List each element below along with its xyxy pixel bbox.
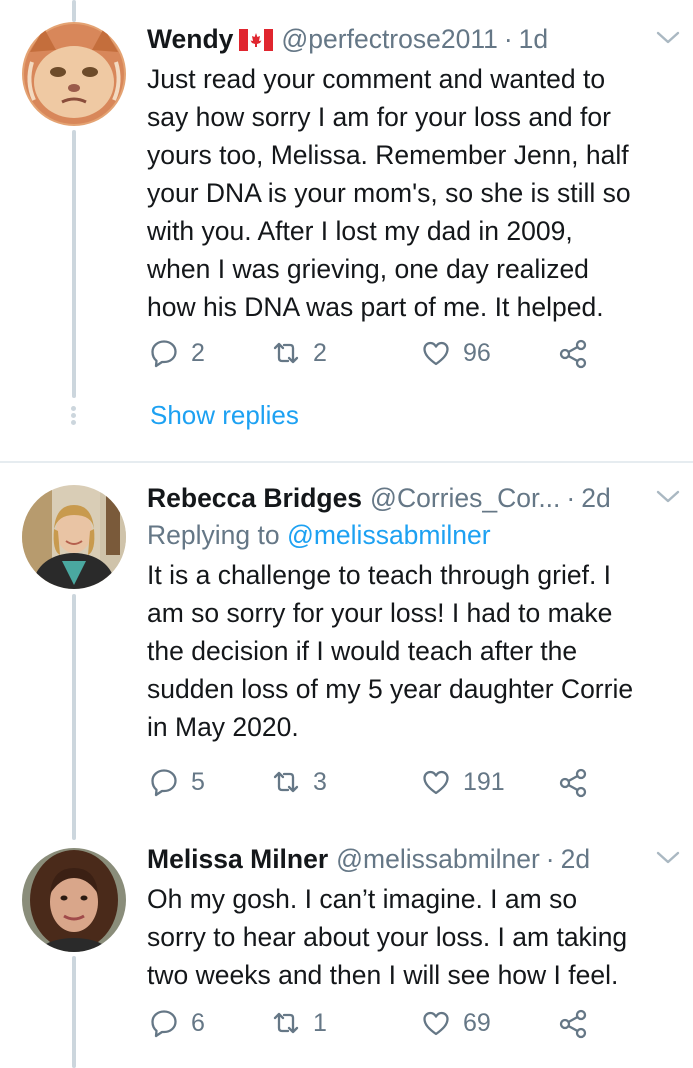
tweet-text: It is a challenge to teach through grief… <box>147 556 673 746</box>
avatar[interactable] <box>22 485 126 589</box>
retweet-icon <box>273 342 299 364</box>
action-bar: 6 1 69 <box>147 1008 607 1048</box>
share-icon <box>559 1009 587 1039</box>
reply-icon <box>151 340 177 368</box>
tweet-text-line: sorry to hear about your loss. I am taki… <box>147 922 628 952</box>
tweet-header: Melissa Milner @melissabmilner · 2d <box>147 842 673 876</box>
separator-dot: · <box>566 483 576 513</box>
tweet-header: Rebecca Bridges @Corries_Cor... · 2d <box>147 481 673 515</box>
reply-button[interactable]: 6 <box>149 1008 205 1038</box>
timestamp[interactable]: 2d <box>561 842 590 876</box>
chevron-down-icon[interactable] <box>655 30 681 46</box>
show-replies-link[interactable]: Show replies <box>150 400 299 431</box>
tweet[interactable]: Melissa Milner @melissabmilner · 2d Oh m… <box>0 826 693 1068</box>
share-icon <box>559 339 587 369</box>
tweet[interactable]: Wendy @perfectrose2011 · 1d Just read yo… <box>0 0 693 461</box>
retweet-count: 2 <box>313 338 327 367</box>
tweet-text-line: Just read your comment and wanted to <box>147 64 606 94</box>
user-handle[interactable]: @melissabmilner <box>336 842 540 876</box>
tweet-text: Oh my gosh. I can’t imagine. I am so sor… <box>147 880 673 994</box>
display-name[interactable]: Rebecca Bridges <box>147 481 362 515</box>
reply-button[interactable]: 2 <box>149 338 205 368</box>
tweet-text-line: the decision if I would teach after the <box>147 636 578 666</box>
separator-dot: · <box>545 844 555 874</box>
tweet-text-line: in May 2020. <box>147 712 299 742</box>
like-button[interactable]: 191 <box>421 767 505 797</box>
timestamp[interactable]: 2d <box>581 481 610 515</box>
retweet-count: 1 <box>313 1008 327 1037</box>
canada-flag-icon <box>239 25 274 51</box>
like-count: 69 <box>463 1008 491 1037</box>
reply-icon <box>151 769 177 797</box>
like-icon <box>423 770 449 795</box>
mention-link[interactable]: @melissabmilner <box>287 520 491 550</box>
like-count: 191 <box>463 767 505 796</box>
retweet-button[interactable]: 3 <box>271 767 327 797</box>
display-name[interactable]: Wendy <box>147 22 233 56</box>
avatar[interactable] <box>22 22 126 126</box>
reply-count: 2 <box>191 338 205 367</box>
tweet-text-line: sudden loss of my 5 year daughter Corrie <box>147 674 634 704</box>
separator-dot: · <box>503 24 513 54</box>
reply-count: 6 <box>191 1008 205 1037</box>
display-name[interactable]: Melissa Milner <box>147 842 328 876</box>
reply-icon <box>151 1010 177 1038</box>
tweet-text-line: two weeks and then I will see how I feel… <box>147 960 619 990</box>
like-icon <box>423 341 449 366</box>
replying-to-label: Replying to <box>147 520 280 550</box>
like-icon <box>423 1011 449 1036</box>
share-button[interactable] <box>557 1008 589 1045</box>
reply-button[interactable]: 5 <box>149 767 205 797</box>
chevron-down-icon[interactable] <box>655 489 681 505</box>
retweet-button[interactable]: 2 <box>271 338 327 368</box>
retweet-count: 3 <box>313 767 327 796</box>
tweet-header: Wendy @perfectrose2011 · 1d <box>147 22 673 56</box>
action-bar: 5 3 191 <box>147 767 607 807</box>
reply-count: 5 <box>191 767 205 796</box>
tweet-text-line: how his DNA was part of me. It helped. <box>147 292 604 322</box>
user-handle[interactable]: @perfectrose2011 <box>281 22 497 56</box>
like-count: 96 <box>463 338 491 367</box>
chevron-down-icon[interactable] <box>655 850 681 866</box>
share-button[interactable] <box>557 338 589 375</box>
tweet-text: Just read your comment and wanted to say… <box>147 60 673 326</box>
retweet-icon <box>273 1012 299 1034</box>
tweet-text-line: when I was grieving, one day realized <box>147 254 589 284</box>
tweet-text-line: with you. After I lost my dad in 2009, <box>147 216 573 246</box>
avatar[interactable] <box>22 848 126 952</box>
tweet-text-line: your DNA is your mom's, so she is still … <box>147 178 631 208</box>
tweet-text-line: am so sorry for your loss! I had to make <box>147 598 613 628</box>
action-bar: 2 2 96 <box>147 338 607 378</box>
share-icon <box>559 768 587 798</box>
retweet-icon <box>273 771 299 793</box>
replying-to: Replying to @melissabmilner <box>147 518 673 552</box>
retweet-button[interactable]: 1 <box>271 1008 327 1038</box>
tweet-text-line: It is a challenge to teach through grief… <box>147 560 612 590</box>
user-handle[interactable]: @Corries_Cor... <box>370 481 560 515</box>
like-button[interactable]: 96 <box>421 338 491 368</box>
tweet-text-line: yours too, Melissa. Remember Jenn, half <box>147 140 629 170</box>
like-button[interactable]: 69 <box>421 1008 491 1038</box>
tweet-text-line: Oh my gosh. I can’t imagine. I am so <box>147 884 578 914</box>
timestamp[interactable]: 1d <box>519 22 548 56</box>
tweet-text-line: say how sorry I am for your loss and for <box>147 102 611 132</box>
share-button[interactable] <box>557 767 589 804</box>
tweet[interactable]: Rebecca Bridges @Corries_Cor... · 2d Rep… <box>0 463 693 825</box>
